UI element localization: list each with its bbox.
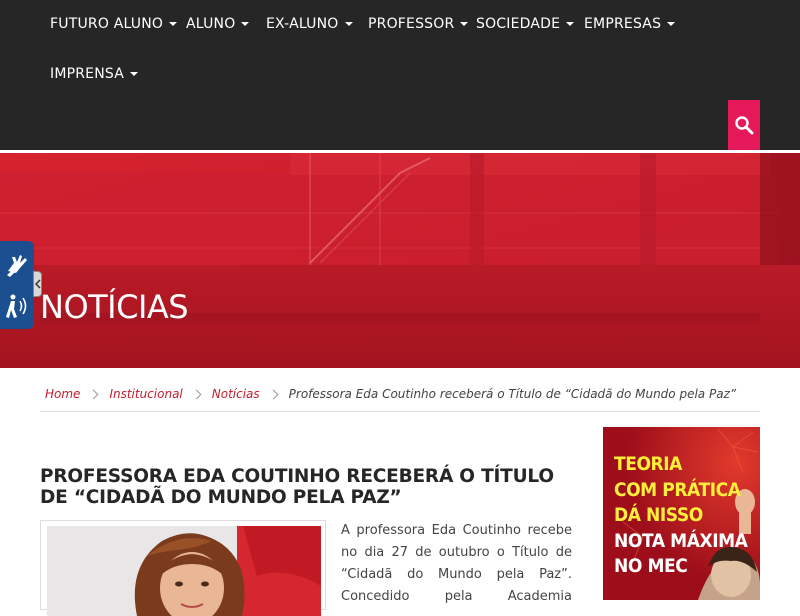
caret-down-icon <box>460 22 469 26</box>
chevron-right-icon <box>88 389 99 399</box>
breadcrumb-current: Professora Eda Coutinho receberá o Títul… <box>288 387 737 401</box>
caret-down-icon <box>667 22 676 26</box>
page-title: NOTÍCIAS <box>40 288 189 326</box>
sign-language-icon <box>7 255 27 277</box>
nav-item-aluno[interactable]: ALUNO <box>186 16 250 32</box>
banner-headline: TEORIA COM PRÁTICA DÁ NISSO NOTA MÁXIMA … <box>614 452 748 580</box>
nav-item-label: EMPRESAS <box>584 16 662 32</box>
nav-item-imprensa[interactable]: IMPRENSA <box>50 66 139 82</box>
nav-item-professor[interactable]: PROFESSOR <box>368 16 469 32</box>
nav-item-empresas[interactable]: EMPRESAS <box>584 16 676 32</box>
accessibility-toggle[interactable] <box>33 271 42 297</box>
breadcrumb-divider <box>40 411 760 412</box>
audio-description-button[interactable] <box>2 286 32 326</box>
chevron-right-icon <box>191 389 202 399</box>
breadcrumb-noticias[interactable]: Notícias <box>212 387 260 401</box>
top-navigation: FUTURO ALUNO ALUNO EX-ALUNO PROFESSOR SO… <box>0 0 800 150</box>
nav-item-label: ALUNO <box>186 16 236 32</box>
nav-item-ex-aluno[interactable]: EX-ALUNO <box>266 16 353 32</box>
caret-down-icon <box>344 22 353 26</box>
nav-item-sociedade[interactable]: SOCIEDADE <box>476 16 575 32</box>
banner-line: NO MEC <box>614 555 688 577</box>
nav-item-label: FUTURO ALUNO <box>50 16 164 32</box>
search-button[interactable] <box>728 100 760 150</box>
nav-item-label: EX-ALUNO <box>266 16 339 32</box>
banner-line: NOTA MÁXIMA <box>614 529 748 552</box>
caret-down-icon <box>130 72 139 76</box>
banner-line: COM PRÁTICA <box>614 478 741 501</box>
chevron-right-icon <box>268 389 279 399</box>
chevron-left-icon <box>34 279 41 289</box>
caret-down-icon <box>566 22 575 26</box>
banner-line: TEORIA <box>614 453 682 475</box>
nav-item-label: PROFESSOR <box>368 16 455 32</box>
caret-down-icon <box>169 22 178 26</box>
audio-description-icon <box>6 294 27 318</box>
accessibility-widget <box>0 241 34 329</box>
promo-banner[interactable]: TEORIA COM PRÁTICA DÁ NISSO NOTA MÁXIMA … <box>603 427 760 600</box>
article-body: A professora Eda Coutinho recebe no dia … <box>341 523 572 604</box>
search-icon <box>735 116 754 135</box>
breadcrumb-home[interactable]: Home <box>45 387 80 401</box>
nav-item-label: SOCIEDADE <box>476 16 561 32</box>
breadcrumb: Home Institucional Notícias Professora E… <box>45 386 736 402</box>
nav-item-futuro-aluno[interactable]: FUTURO ALUNO <box>50 16 178 32</box>
banner-line: DÁ NISSO <box>614 504 703 526</box>
article-photo-frame <box>40 520 326 616</box>
nav-item-label: IMPRENSA <box>50 66 125 82</box>
hero-background-image <box>0 153 800 368</box>
article-title: PROFESSORA EDA COUTINHO RECEBERÁ O TÍTUL… <box>40 466 554 508</box>
hero-banner <box>0 153 800 368</box>
breadcrumb-institucional[interactable]: Institucional <box>109 387 182 401</box>
sign-language-button[interactable] <box>2 244 32 284</box>
article-photo <box>47 526 321 616</box>
caret-down-icon <box>241 22 250 26</box>
